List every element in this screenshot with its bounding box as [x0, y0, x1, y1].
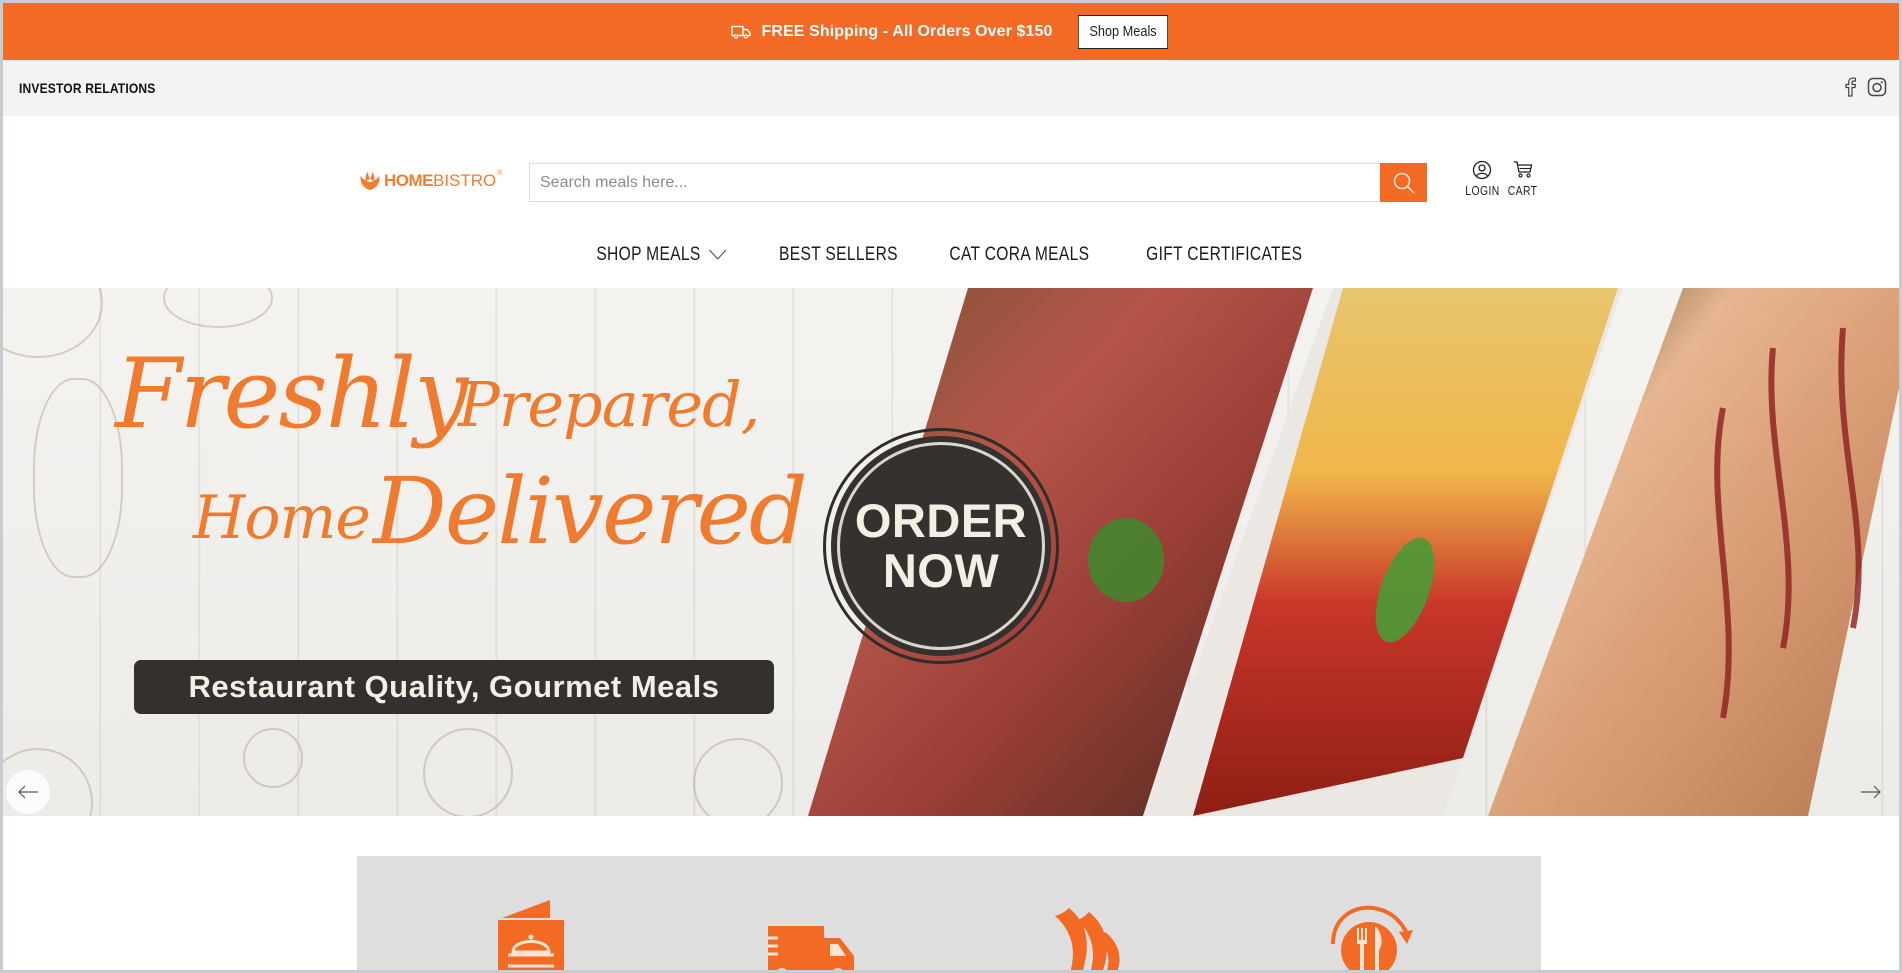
utility-bar: INVESTOR RELATIONS: [3, 60, 1899, 116]
user-icon: [1473, 160, 1492, 180]
hero-headline-home: Home: [193, 483, 371, 553]
delivery-truck-icon: [768, 926, 854, 970]
features-strip: [357, 856, 1541, 970]
menu-cloche-icon: [498, 900, 564, 970]
nav-best-sellers[interactable]: BEST SELLERS: [769, 244, 908, 266]
nav-shop-meals-label: SHOP MEALS: [596, 244, 701, 265]
cart-label: CART: [1507, 183, 1538, 198]
hero-tagline: Restaurant Quality, Gourmet Meals: [134, 660, 774, 714]
login-label: LOGIN: [1465, 183, 1500, 198]
social-links: [1843, 77, 1887, 97]
hero-banner[interactable]: Freshly Prepared, Home Delivered Restaur…: [3, 288, 1899, 816]
truck-icon: [731, 25, 752, 39]
cart-icon: [1513, 161, 1532, 178]
login-link[interactable]: LOGIN: [1461, 160, 1504, 198]
carousel-prev-button[interactable]: [6, 770, 50, 814]
cart-link[interactable]: CART: [1504, 160, 1541, 198]
search-icon: [1393, 172, 1415, 194]
announcement-bar: FREE Shipping - All Orders Over $150 Sho…: [3, 3, 1899, 60]
facebook-icon[interactable]: [1843, 77, 1857, 97]
order-now-line2: NOW: [882, 544, 1000, 597]
order-now-button[interactable]: ORDER NOW: [823, 428, 1059, 664]
plate-cutlery-cycle-icon: [1331, 905, 1413, 970]
home-bistro-logo[interactable]: HOME BISTRO ®: [359, 169, 502, 193]
site-header: HOME BISTRO ® LOGIN: [3, 116, 1899, 288]
arrow-left-icon: [18, 785, 38, 799]
carousel-next-button[interactable]: [1849, 770, 1893, 814]
search-input[interactable]: [529, 163, 1380, 202]
search-bar: [529, 163, 1427, 202]
page: FREE Shipping - All Orders Over $150 Sho…: [3, 3, 1899, 970]
nav-shop-meals[interactable]: SHOP MEALS: [587, 244, 737, 266]
logo-registered-mark: ®: [497, 169, 503, 177]
investor-relations-link[interactable]: INVESTOR RELATIONS: [19, 80, 155, 96]
free-shipping-message: FREE Shipping - All Orders Over $150: [761, 22, 1053, 40]
flame-icon: [1055, 908, 1120, 970]
search-button[interactable]: [1380, 163, 1427, 202]
shop-meals-button[interactable]: Shop Meals: [1077, 14, 1168, 49]
main-nav: SHOP MEALS BEST SELLERS CAT CORA MEALS G…: [3, 244, 1899, 266]
chevron-down-icon: [709, 249, 727, 260]
logo-text-home: HOME: [384, 171, 434, 190]
logo-text-bistro: BISTRO: [433, 171, 497, 190]
nav-cat-cora-meals[interactable]: CAT CORA MEALS: [940, 244, 1100, 266]
arrow-right-icon: [1861, 785, 1881, 799]
nav-gift-certificates[interactable]: GIFT CERTIFICATES: [1136, 244, 1312, 266]
hero-headline-prepared: Prepared,: [458, 368, 760, 441]
logo-mark-icon: [360, 172, 380, 190]
order-now-line1: ORDER: [854, 494, 1028, 547]
hero-headline-delivered: Delivered: [373, 458, 808, 565]
hero-headline-freshly: Freshly: [115, 338, 468, 450]
instagram-icon[interactable]: [1867, 77, 1887, 97]
